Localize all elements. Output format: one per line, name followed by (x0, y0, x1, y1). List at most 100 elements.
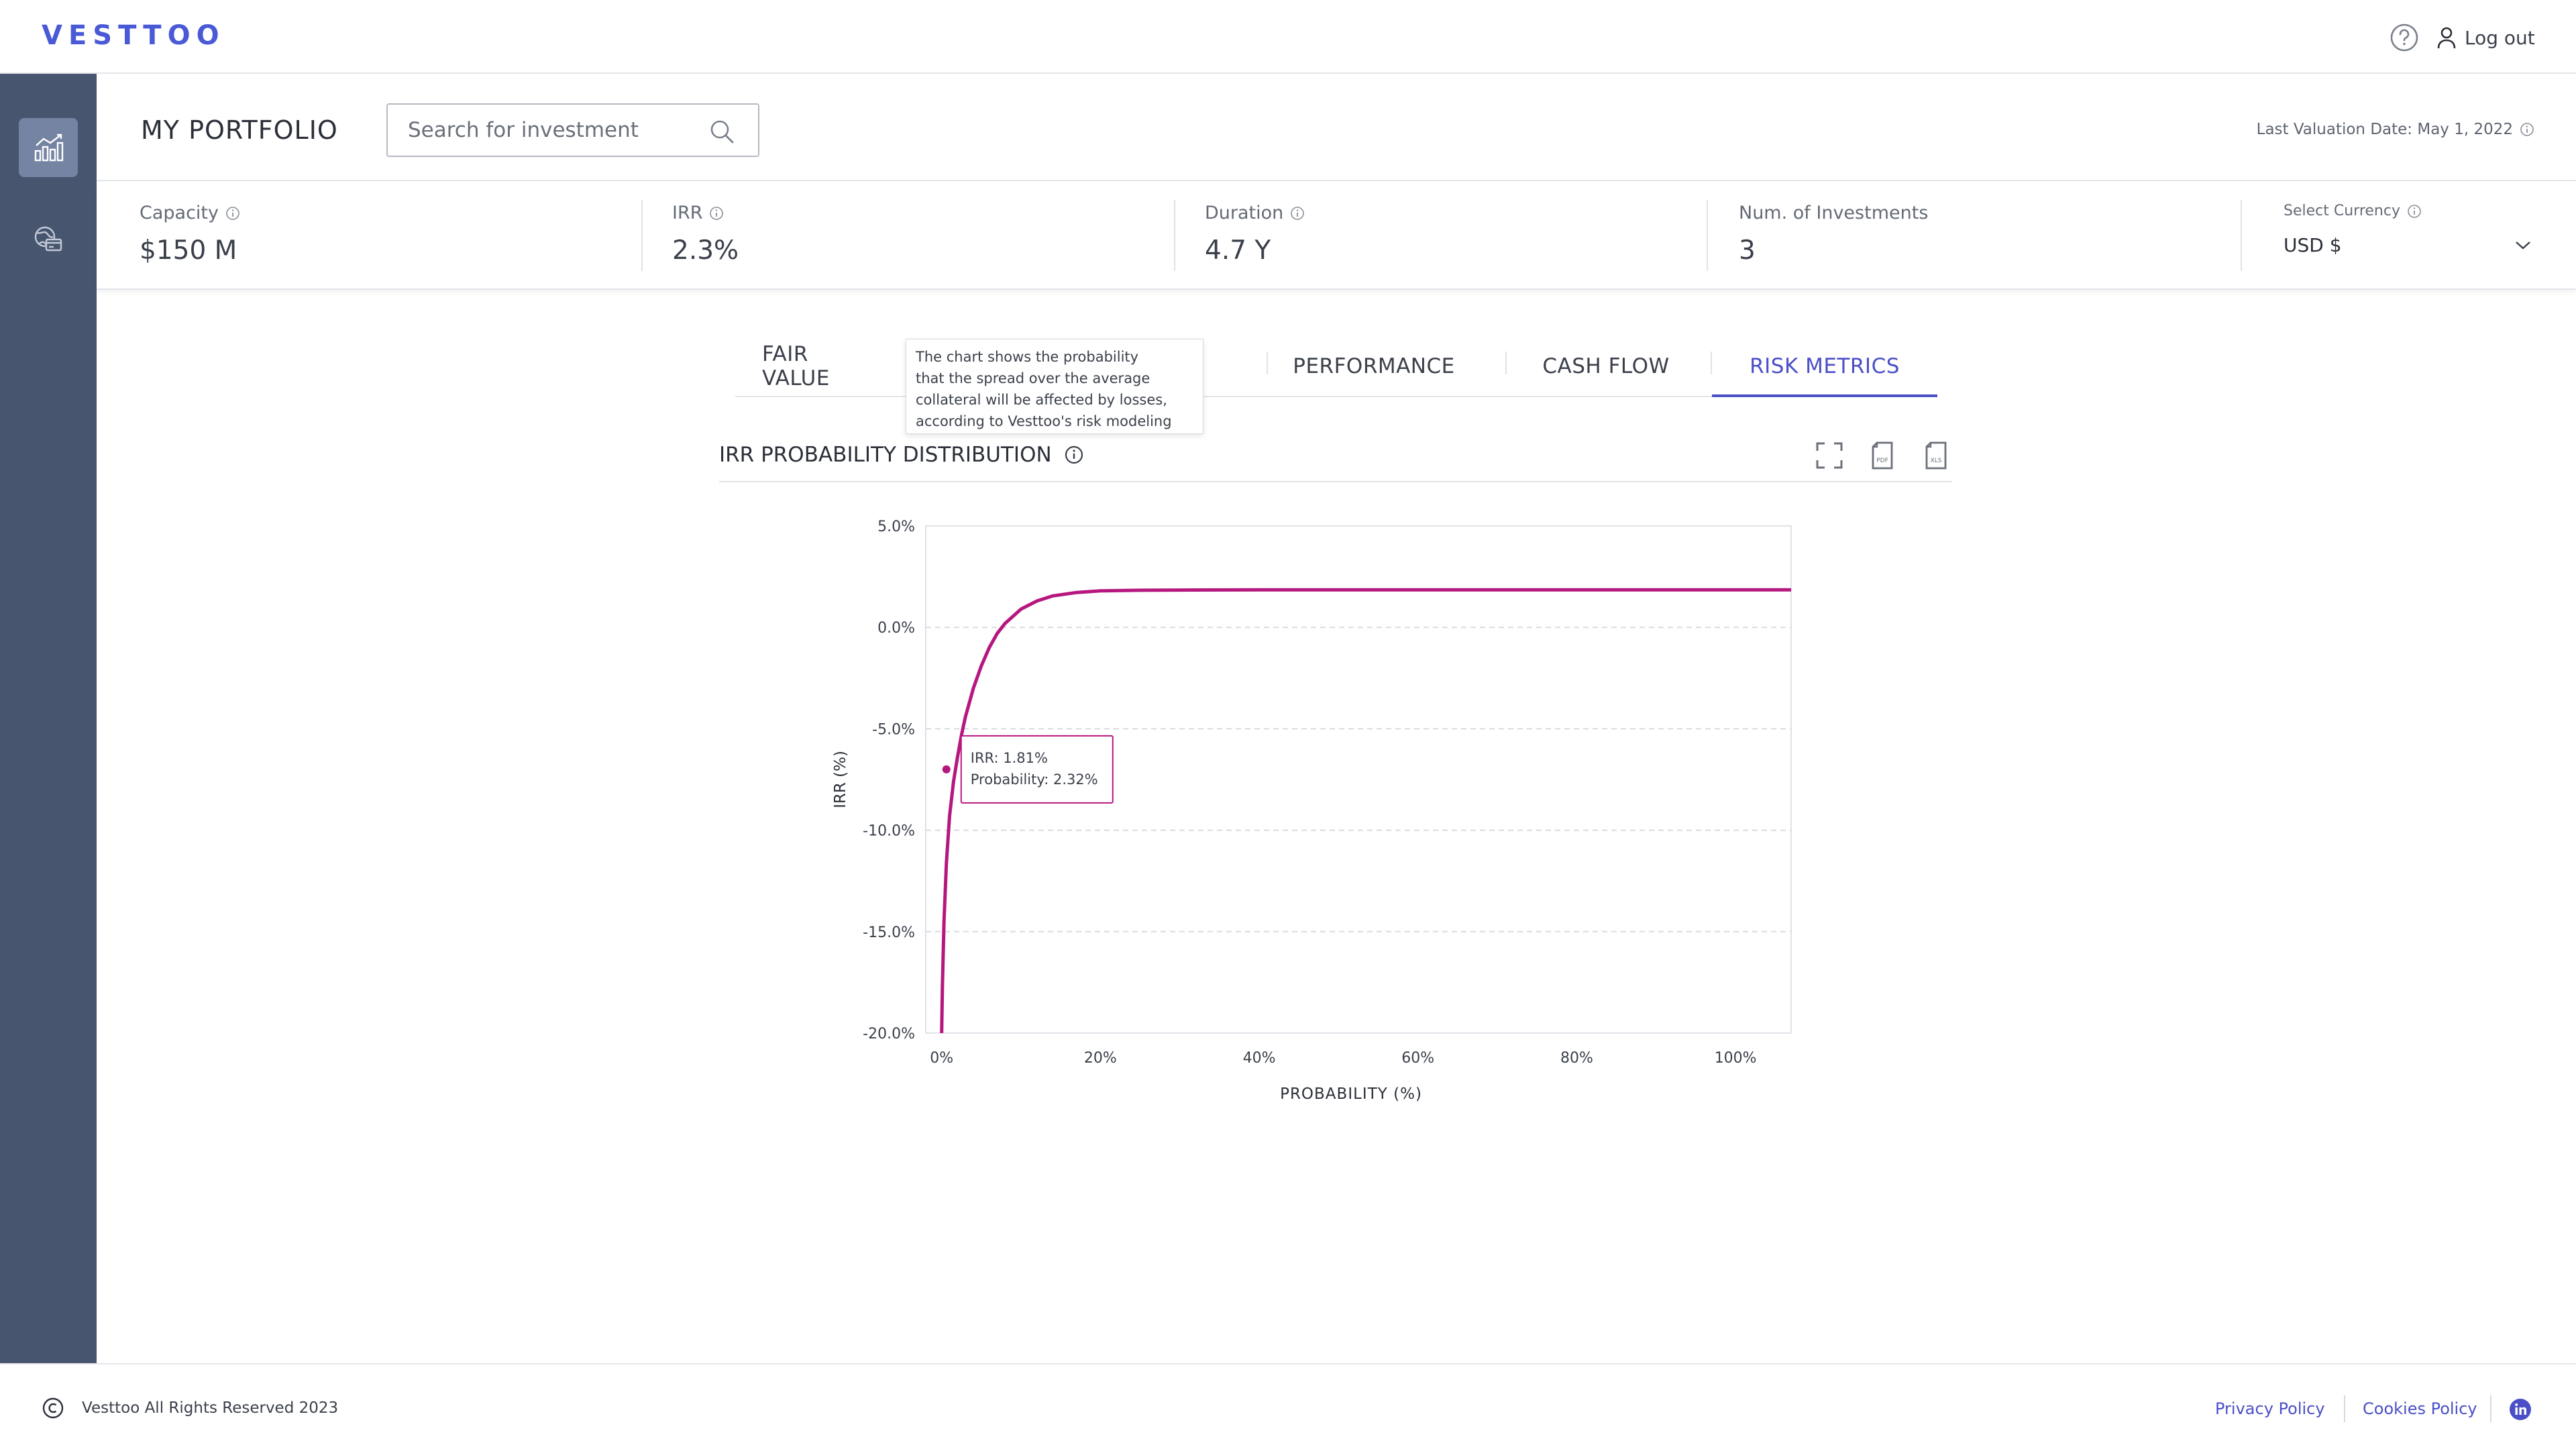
x-tick-label: 0% (930, 1050, 953, 1067)
stat-divider (1707, 200, 1708, 271)
y-tick-label: 5.0% (877, 519, 915, 535)
currency-value: USD $ (2284, 234, 2342, 256)
tab-separator (1267, 352, 1268, 374)
world-card-icon (34, 226, 62, 252)
currency-label-row: Select Currency (2284, 203, 2532, 219)
tooltip-line: that the spread over the average (916, 370, 1150, 386)
sidebar (0, 74, 97, 1363)
x-tick-label: 20% (1084, 1050, 1117, 1067)
stat-capacity: Capacity $150 M (140, 203, 240, 270)
currency-selector: Select Currency USD $ (2284, 203, 2532, 270)
stat-duration-label-row: Duration (1205, 203, 1305, 223)
info-icon[interactable] (1290, 206, 1305, 221)
y-tick-label: 0.0% (877, 620, 915, 637)
info-icon[interactable] (2520, 122, 2534, 137)
xls-export-icon[interactable]: XLS (1921, 440, 1952, 471)
chart-section-title-text: IRR PROBABILITY DISTRIBUTION (719, 443, 1052, 467)
pdf-export-icon[interactable]: PDF (1868, 440, 1898, 471)
x-axis-ticks: 0% 20% 40% 60% 80% 100% (930, 1050, 1756, 1067)
tab-performance[interactable]: PERFORMANCE (1293, 335, 1454, 397)
tooltip-line: collateral will be affected by losses, (916, 392, 1167, 408)
tooltip-line: The chart shows the probability (916, 349, 1139, 365)
info-icon[interactable] (2407, 204, 2422, 219)
chevron-down-icon (2516, 241, 2530, 250)
currency-label: Select Currency (2284, 203, 2400, 219)
tab-separator (1505, 352, 1507, 374)
stat-irr-value: 2.3% (672, 235, 739, 266)
bar-chart-icon (34, 133, 64, 162)
hover-tooltip: IRR: 1.81% Probability: 2.32% (960, 735, 1114, 804)
info-icon[interactable] (1064, 445, 1084, 465)
stat-irr: IRR 2.3% (672, 203, 739, 270)
linkedin-icon[interactable] (2509, 1398, 2532, 1421)
y-tick-label: -20.0% (863, 1026, 915, 1042)
last-valuation-text: Last Valuation Date: May 1, 2022 (2256, 121, 2513, 138)
y-axis-ticks: 5.0% 0.0% -5.0% -10.0% -15.0% -20.0% (863, 519, 915, 1042)
stat-capacity-value: $150 M (140, 235, 237, 266)
irr-probability-chart: 5.0% 0.0% -5.0% -10.0% -15.0% -20.0% 0% 20% 40%… (832, 519, 1792, 1103)
logout-button[interactable]: Log out (2436, 24, 2535, 51)
active-tab-indicator (1712, 394, 1937, 397)
stat-duration-label: Duration (1205, 203, 1284, 223)
stat-duration: Duration 4.7 Y (1205, 203, 1305, 270)
svg-text:PDF: PDF (1876, 458, 1888, 464)
stat-duration-value: 4.7 Y (1205, 235, 1271, 266)
fullscreen-icon[interactable] (1814, 440, 1845, 471)
info-icon[interactable] (709, 206, 724, 221)
last-valuation: Last Valuation Date: May 1, 2022 (2257, 121, 2534, 138)
portfolio-header: MY PORTFOLIO Last Valuation Date: May 1,… (97, 74, 2576, 181)
search-input[interactable] (408, 118, 703, 142)
search-box[interactable] (386, 103, 759, 157)
stat-capacity-label-row: Capacity (140, 203, 240, 223)
chart-section-title: IRR PROBABILITY DISTRIBUTION (719, 443, 1084, 467)
stats-row: Capacity $150 M IRR 2.3% Duration 4.7 Y … (97, 182, 2576, 290)
vesttoo-logo[interactable]: VESTTOO (42, 20, 225, 51)
x-tick-label: 100% (1715, 1050, 1757, 1067)
sidebar-item-investments[interactable] (19, 209, 78, 268)
copyright: Vesttoo All Rights Reserved 2023 (42, 1397, 338, 1419)
user-icon (2437, 27, 2456, 49)
stat-irr-label: IRR (672, 203, 703, 223)
sidebar-item-portfolio[interactable] (19, 118, 78, 177)
hover-tooltip-box (960, 735, 1114, 804)
hover-probability-label: Probability: 2.32% (971, 771, 1098, 788)
info-icon[interactable] (225, 206, 240, 221)
currency-select[interactable]: USD $ (2284, 234, 2532, 256)
tab-cash-flow[interactable]: CASH FLOW (1540, 335, 1672, 397)
stat-capacity-label: Capacity (140, 203, 219, 223)
copyright-icon (42, 1397, 64, 1419)
stat-num-investments: Num. of Investments 3 (1739, 203, 1928, 270)
cookies-policy-link[interactable]: Cookies Policy (2363, 1399, 2477, 1418)
tab-risk-metrics[interactable]: RISK METRICS (1712, 335, 1937, 397)
stat-num-investments-value: 3 (1739, 235, 1756, 266)
section-divider (719, 481, 1952, 482)
chart-info-tooltip: The chart shows the probability that the… (906, 339, 1203, 434)
x-tick-label: 80% (1560, 1050, 1593, 1067)
privacy-policy-link[interactable]: Privacy Policy (2215, 1399, 2325, 1418)
search-icon[interactable] (708, 118, 735, 145)
y-axis-label: IRR (%) (832, 751, 849, 808)
svg-text:XLS: XLS (1931, 458, 1942, 464)
x-tick-label: 60% (1401, 1050, 1434, 1067)
footer-separator (2490, 1395, 2491, 1422)
copyright-text: Vesttoo All Rights Reserved 2023 (82, 1399, 339, 1417)
footer: Vesttoo All Rights Reserved 2023 Privacy… (0, 1363, 2576, 1449)
stat-divider (641, 200, 643, 271)
tab-fair-value[interactable]: FAIR VALUE (762, 335, 872, 397)
series-layer (940, 588, 1791, 1034)
y-tick-label: -10.0% (863, 823, 915, 840)
hover-point (942, 765, 951, 773)
tooltip-line: according to Vesttoo's risk modeling (916, 413, 1172, 429)
stat-num-investments-label-row: Num. of Investments (1739, 203, 1928, 223)
logout-label: Log out (2465, 26, 2535, 49)
series-line (940, 588, 1791, 1034)
stat-divider (1174, 200, 1175, 271)
y-tick-label: -5.0% (872, 721, 915, 738)
help-icon[interactable] (2390, 23, 2419, 52)
stat-divider (2241, 200, 2242, 271)
page-title: MY PORTFOLIO (141, 115, 338, 145)
x-axis-label: PROBABILITY (%) (1280, 1085, 1422, 1103)
x-tick-label: 40% (1243, 1050, 1276, 1067)
app-root: VESTTOO Log out MY PORTFOLIO Search for … (0, 0, 2576, 1449)
stat-irr-label-row: IRR (672, 203, 739, 223)
